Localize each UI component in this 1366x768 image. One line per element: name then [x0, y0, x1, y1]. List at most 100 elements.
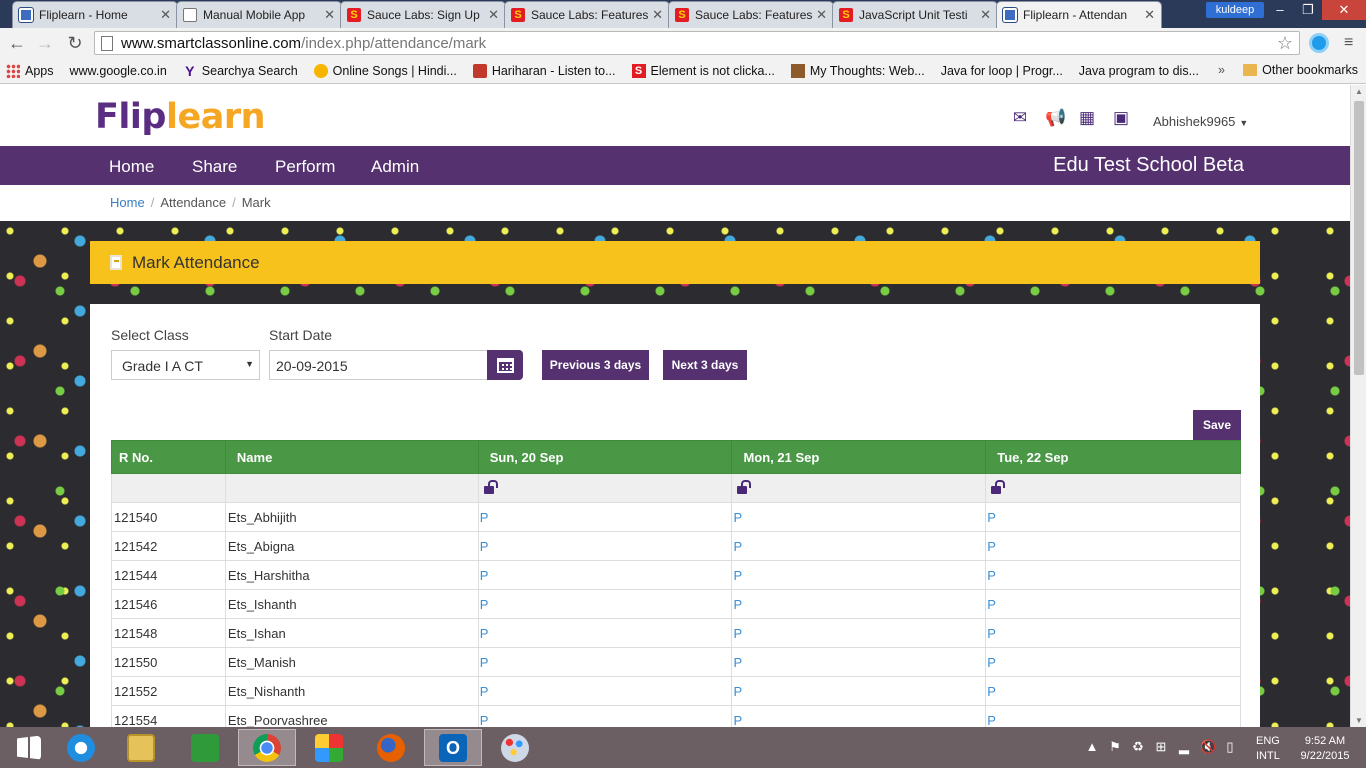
close-tab-icon[interactable]: ✕: [652, 7, 663, 23]
bookmark-hariharan[interactable]: Hariharan - Listen to...: [472, 63, 616, 78]
breadcrumb-home[interactable]: Home: [110, 195, 145, 210]
flag-icon[interactable]: ⚑: [1108, 739, 1122, 755]
close-tab-icon[interactable]: ✕: [324, 7, 335, 23]
input-language[interactable]: ENG INTL: [1256, 734, 1280, 764]
other-bookmarks[interactable]: Other bookmarks: [1243, 63, 1358, 77]
chrome-icon[interactable]: [238, 729, 296, 766]
attendance-cell[interactable]: P: [985, 560, 1241, 590]
attendance-cell[interactable]: P: [731, 502, 987, 532]
address-bar[interactable]: www.smartclassonline.com/index.php/atten…: [94, 31, 1300, 55]
show-hidden-icons-icon[interactable]: ▲: [1085, 739, 1099, 755]
tab-js-unit-testing[interactable]: S JavaScript Unit Testi ✕: [832, 1, 998, 28]
nav-home[interactable]: Home: [109, 157, 154, 177]
bookmark-java-for-loop[interactable]: Java for loop | Progr...: [0, 64, 1063, 157]
megaphone-icon[interactable]: 📢: [1045, 109, 1066, 127]
minimize-icon[interactable]: –: [1266, 0, 1294, 20]
unlock-day1-icon[interactable]: [483, 479, 498, 494]
reload-icon[interactable]: ↻: [64, 32, 86, 54]
bookmark-java-program[interactable]: Java program to dis...: [0, 64, 1199, 157]
fliplearn-logo[interactable]: Fliplearn: [95, 97, 266, 137]
attendance-cell[interactable]: P: [731, 647, 987, 677]
attendance-cell[interactable]: P: [731, 705, 987, 727]
back-icon[interactable]: ←: [6, 32, 28, 54]
tab-manual-mobile-app[interactable]: Manual Mobile App ✕: [176, 1, 342, 28]
file-explorer-icon[interactable]: [112, 729, 170, 766]
windows-start-icon[interactable]: [0, 729, 58, 766]
profile-button[interactable]: kuldeep: [1206, 2, 1264, 18]
user-menu[interactable]: Abhishek9965 ▼: [1153, 114, 1248, 129]
bookmark-online-songs[interactable]: Online Songs | Hindi...: [313, 63, 457, 78]
bookmark-searchya[interactable]: Y Searchya Search: [183, 64, 298, 78]
store-icon[interactable]: [176, 729, 234, 766]
close-tab-icon[interactable]: ✕: [488, 7, 499, 23]
attendance-cell[interactable]: P: [477, 676, 733, 706]
next-3-days-button[interactable]: Next 3 days: [663, 350, 747, 380]
bookmark-google[interactable]: www.google.co.in: [0, 64, 167, 157]
attendance-cell[interactable]: P: [477, 705, 733, 727]
attendance-cell[interactable]: P: [731, 531, 987, 561]
bookmark-apps[interactable]: Apps: [6, 63, 54, 78]
close-tab-icon[interactable]: ✕: [816, 7, 827, 23]
start-date-input[interactable]: 20-09-2015: [269, 350, 489, 380]
attendance-cell[interactable]: P: [985, 531, 1241, 561]
unlock-day2-icon[interactable]: [737, 479, 752, 494]
attendance-cell[interactable]: P: [985, 589, 1241, 619]
close-tab-icon[interactable]: ✕: [1144, 7, 1155, 23]
network-signal-icon[interactable]: ▂: [1177, 739, 1191, 755]
system-clock[interactable]: 9:52 AM 9/22/2015: [1296, 734, 1354, 764]
attendance-cell[interactable]: P: [731, 589, 987, 619]
attendance-cell[interactable]: P: [477, 531, 733, 561]
internet-explorer-icon[interactable]: [52, 729, 110, 766]
forward-icon[interactable]: →: [34, 32, 56, 54]
attendance-cell[interactable]: P: [477, 647, 733, 677]
firefox-icon[interactable]: [362, 729, 420, 766]
battery-icon[interactable]: ▯: [1223, 739, 1237, 755]
scroll-down-icon[interactable]: ▼: [1355, 716, 1363, 725]
attendance-cell[interactable]: P: [985, 647, 1241, 677]
attendance-cell[interactable]: P: [731, 560, 987, 590]
windows-icon[interactable]: ⊞: [1154, 739, 1168, 755]
gallery-icon[interactable]: ▣: [1111, 109, 1131, 127]
apps-grid-icon[interactable]: [300, 729, 358, 766]
close-tab-icon[interactable]: ✕: [160, 7, 171, 23]
attendance-cell[interactable]: P: [477, 560, 733, 590]
chrome-menu-icon[interactable]: ≡: [1344, 34, 1353, 52]
attendance-cell[interactable]: P: [477, 502, 733, 532]
close-tab-icon[interactable]: ✕: [980, 7, 991, 23]
scroll-up-icon[interactable]: ▲: [1355, 87, 1363, 96]
bookmark-my-thoughts[interactable]: My Thoughts: Web...: [790, 63, 925, 78]
tab-fliplearn-home[interactable]: Fliplearn - Home ✕: [12, 1, 178, 28]
close-window-icon[interactable]: ✕: [1322, 0, 1366, 20]
save-button[interactable]: Save: [1193, 410, 1241, 440]
paint-icon[interactable]: [486, 729, 544, 766]
page-scrollbar[interactable]: ▲ ▼: [1350, 85, 1366, 727]
attendance-cell[interactable]: P: [985, 676, 1241, 706]
nav-share[interactable]: Share: [192, 157, 237, 177]
calendar-icon[interactable]: ▦: [1077, 109, 1097, 127]
scrollbar-thumb[interactable]: [1354, 101, 1364, 375]
bookmark-element-not-clickable[interactable]: S Element is not clicka...: [631, 63, 775, 78]
attendance-cell[interactable]: P: [731, 676, 987, 706]
sync-icon[interactable]: ♻: [1131, 739, 1145, 755]
attendance-cell[interactable]: P: [985, 618, 1241, 648]
previous-3-days-button[interactable]: Previous 3 days: [542, 350, 649, 380]
attendance-cell[interactable]: P: [477, 589, 733, 619]
mail-icon[interactable]: ✉: [1010, 109, 1030, 127]
tab-fliplearn-attendance[interactable]: Fliplearn - Attendan ✕: [996, 1, 1162, 28]
bookmark-star-icon[interactable]: ☆: [1277, 33, 1293, 54]
date-picker-button[interactable]: [487, 350, 523, 380]
tab-sauce-signup[interactable]: S Sauce Labs: Sign Up ✕: [340, 1, 506, 28]
tab-sauce-features-1[interactable]: S Sauce Labs: Features ✕: [504, 1, 670, 28]
restore-icon[interactable]: ❐: [1294, 0, 1322, 20]
volume-muted-icon[interactable]: 🔇: [1200, 739, 1216, 755]
attendance-cell[interactable]: P: [477, 618, 733, 648]
outlook-icon[interactable]: O: [424, 729, 482, 766]
more-bookmarks-chevron-icon[interactable]: »: [1218, 63, 1225, 77]
attendance-cell[interactable]: P: [731, 618, 987, 648]
attendance-cell[interactable]: P: [985, 502, 1241, 532]
class-select[interactable]: Grade I A CT ▼: [111, 350, 260, 380]
nav-perform[interactable]: Perform: [275, 157, 335, 177]
nav-admin[interactable]: Admin: [371, 157, 419, 177]
extension-icon[interactable]: [1309, 33, 1329, 53]
unlock-day3-icon[interactable]: [991, 479, 1006, 494]
